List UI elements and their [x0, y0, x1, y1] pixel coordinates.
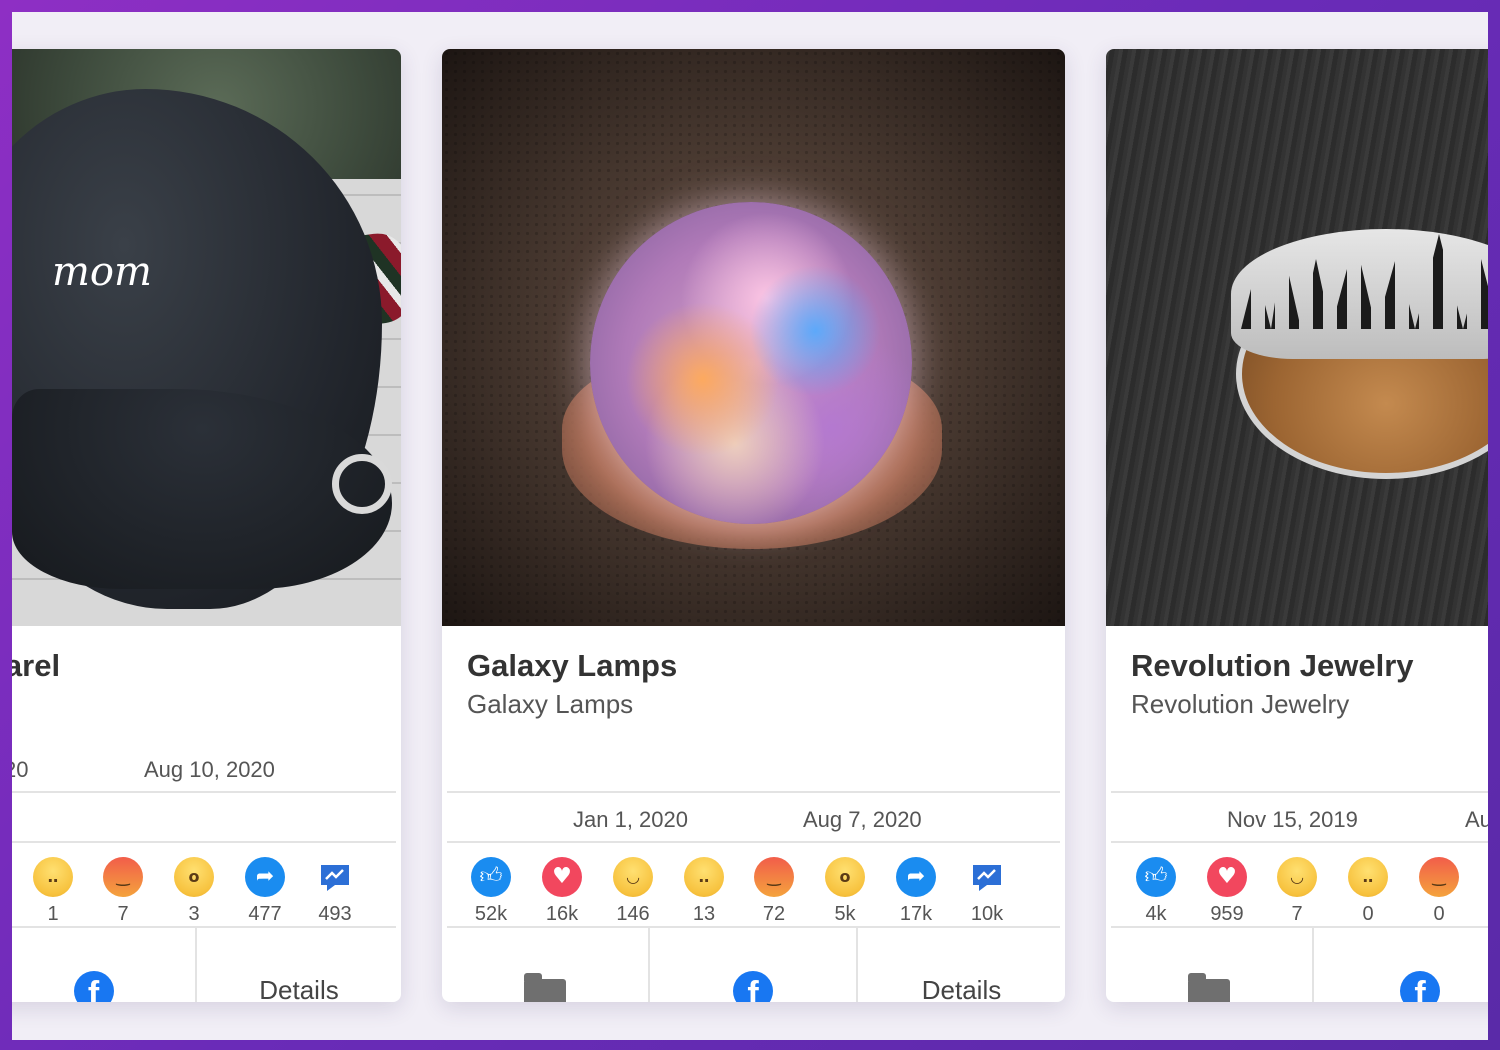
reaction-like: 👍︎ 52k: [467, 857, 515, 926]
reaction-angry: ‿ 7: [99, 857, 147, 926]
reaction-haha: ◡ 146: [609, 857, 657, 926]
date-range: 20 Aug 10, 2020: [12, 757, 401, 791]
ad-card-apparel[interactable]: mom parel 20 Aug 10, 2020 ‥ 1 ‿ 7 o: [12, 49, 401, 1002]
reaction-love: ♥ 16k: [538, 857, 586, 926]
reaction-angry: ‿ 0: [1415, 857, 1463, 926]
details-button[interactable]: Details: [197, 928, 401, 1002]
angry-icon: ‿: [754, 857, 794, 897]
date-range: Jan 1, 2020 Aug 7, 2020: [442, 807, 1065, 841]
start-date: Nov 15, 2019: [1227, 807, 1358, 832]
reaction-angry: ‿ 72: [750, 857, 798, 926]
reaction-love: ♥ 959: [1203, 857, 1251, 926]
ad-card-revolution-jewelry[interactable]: Revolution Jewelry Revolution Jewelry No…: [1106, 49, 1488, 1002]
reaction-messenger: 10k: [963, 857, 1011, 926]
haha-icon: ◡: [1277, 857, 1317, 897]
ad-page-name: Revolution Jewelry: [1131, 689, 1350, 719]
like-icon: 👍︎: [1136, 857, 1176, 897]
divider: [12, 791, 396, 793]
ads-gallery: mom parel 20 Aug 10, 2020 ‥ 1 ‿ 7 o: [12, 12, 1488, 1040]
start-date: 20: [12, 757, 29, 782]
divider: [447, 791, 1060, 793]
ad-card-galaxy-lamps[interactable]: Galaxy Lamps Galaxy Lamps Jan 1, 2020 Au…: [442, 49, 1065, 1002]
divider: [12, 841, 396, 843]
card-actions: f: [1106, 928, 1488, 1002]
reaction-sad: ‥ 1: [29, 857, 77, 926]
ad-image-cap[interactable]: mom: [12, 49, 401, 626]
reaction-bar: 👍︎ 52k ♥ 16k ◡ 146 ‥ 13 ‿ 72 o 5k ➦ 17k …: [442, 857, 1065, 937]
share-icon: ➦: [245, 857, 285, 897]
card-actions: f Details: [12, 928, 401, 1002]
facebook-icon: f: [733, 970, 773, 1002]
haha-icon: ◡: [613, 857, 653, 897]
reaction-messenger: 493: [311, 857, 359, 926]
facebook-icon: f: [73, 970, 114, 1002]
facebook-button[interactable]: f: [650, 928, 858, 1002]
divider: [1111, 841, 1488, 843]
reaction-share: ➦ 17k: [892, 857, 940, 926]
ad-title: parel: [12, 648, 61, 683]
folder-icon: [524, 972, 566, 1002]
like-icon: 👍︎: [471, 857, 511, 897]
angry-icon: ‿: [103, 857, 143, 897]
facebook-button[interactable]: f: [1314, 928, 1488, 1002]
reaction-sad: ‥ 13: [680, 857, 728, 926]
wow-icon: o: [174, 857, 214, 897]
share-icon: ➦: [896, 857, 936, 897]
facebook-icon: f: [1400, 970, 1440, 1002]
ad-image-ring[interactable]: [1106, 49, 1488, 626]
love-icon: ♥: [1207, 857, 1247, 897]
cap-embroidery: mom: [52, 249, 152, 295]
details-button[interactable]: Details: [858, 928, 1065, 1002]
end-date: Aug 7, 2020: [803, 807, 922, 832]
ad-title: Galaxy Lamps: [467, 648, 678, 683]
love-icon: ♥: [542, 857, 582, 897]
end-date: Au: [1465, 807, 1488, 832]
ad-page-name: Galaxy Lamps: [467, 689, 634, 719]
reaction-wow: o 3: [170, 857, 218, 926]
ad-image-galaxy-lamp[interactable]: [442, 49, 1065, 626]
reaction-sad: ‥ 0: [1344, 857, 1392, 926]
facebook-button[interactable]: f: [12, 928, 197, 1002]
reaction-bar: ‥ 1 ‿ 7 o 3 ➦ 477 493: [12, 857, 401, 937]
angry-icon: ‿: [1419, 857, 1459, 897]
messenger-icon: [967, 857, 1007, 897]
reaction-wow: o 5k: [821, 857, 869, 926]
messenger-icon: [315, 857, 355, 897]
divider: [1111, 791, 1488, 793]
end-date: Aug 10, 2020: [144, 757, 275, 782]
save-to-folder-button[interactable]: [442, 928, 650, 1002]
wow-icon: o: [825, 857, 865, 897]
save-to-folder-button[interactable]: [1106, 928, 1314, 1002]
reaction-haha: ◡ 7: [1273, 857, 1321, 926]
sad-icon: ‥: [684, 857, 724, 897]
sad-icon: ‥: [33, 857, 73, 897]
sad-icon: ‥: [1348, 857, 1388, 897]
folder-icon: [1188, 972, 1230, 1002]
reaction-share: ➦ 477: [241, 857, 289, 926]
start-date: Jan 1, 2020: [573, 807, 688, 832]
reaction-bar: 👍︎ 4k ♥ 959 ◡ 7 ‥ 0 ‿ 0: [1106, 857, 1488, 937]
ad-title: Revolution Jewelry: [1131, 648, 1414, 683]
divider: [447, 841, 1060, 843]
reaction-like: 👍︎ 4k: [1132, 857, 1180, 926]
date-range: Nov 15, 2019 Au: [1106, 807, 1488, 841]
card-actions: f Details: [442, 928, 1065, 1002]
